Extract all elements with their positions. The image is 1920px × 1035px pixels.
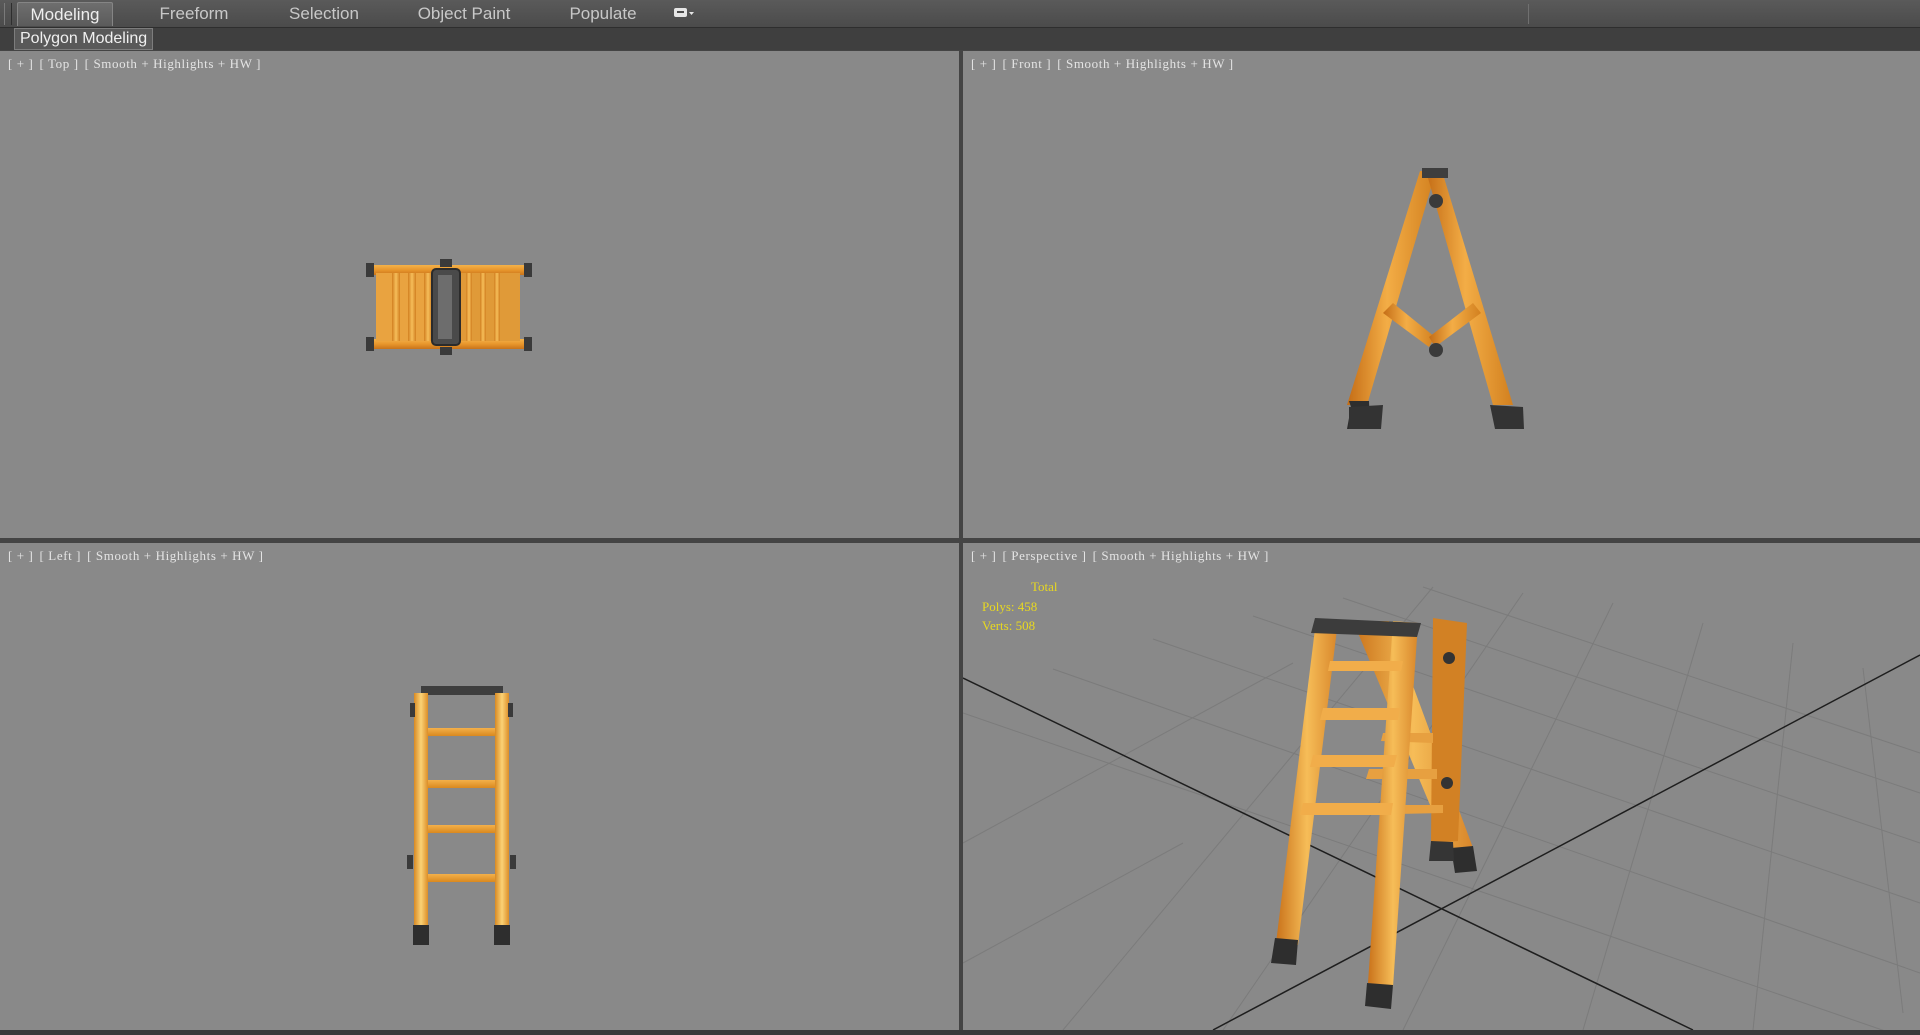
stats-total-label: Total	[1031, 579, 1058, 594]
viewport-perspective-plus-menu[interactable]: [ + ]	[971, 548, 997, 563]
ribbon-tab-bar: Modeling Freeform Selection Object Paint…	[0, 0, 1920, 28]
tab-freeform[interactable]: Freeform	[148, 2, 240, 25]
ladder-front-view	[1347, 168, 1524, 429]
stats-verts: Verts: 508	[982, 618, 1036, 633]
ribbon-panel-row: Polygon Modeling	[0, 28, 1920, 50]
polygon-modeling-panel-button[interactable]: Polygon Modeling	[14, 28, 154, 50]
perspective-scene	[963, 586, 1920, 1030]
tab-selection[interactable]: Selection	[276, 2, 372, 25]
stats-polys: Polys: 458	[982, 599, 1038, 614]
tab-object-paint[interactable]: Object Paint	[412, 2, 516, 25]
viewport-perspective[interactable]: [ + ] [ Perspective ] [ Smooth + Highlight…	[963, 543, 1920, 1030]
ladder-top-view	[366, 259, 532, 355]
viewport-left[interactable]: [ + ][ Left ][ Smooth + Highlights + HW …	[0, 543, 959, 1030]
viewport-perspective-shading-menu[interactable]: [ Smooth + Highlights + HW ]	[1093, 548, 1269, 563]
viewport-perspective-label: [ + ] [ Perspective ] [ Smooth + Highlight…	[971, 548, 1275, 564]
ladder-left-view	[407, 686, 516, 945]
viewport-front[interactable]: [ + ][ Front ][ Smooth + Highlights + HW…	[963, 51, 1920, 538]
viewport-perspective-view-menu[interactable]: [ Perspective ]	[1003, 548, 1087, 563]
viewport-top[interactable]: [ + ][ Top ][ Smooth + Highlights + HW ]	[0, 51, 959, 538]
tab-populate[interactable]: Populate	[556, 2, 650, 25]
tab-modeling[interactable]: Modeling	[17, 2, 113, 26]
viewport-bottom-border	[0, 1030, 1920, 1035]
ladder-perspective-model	[1271, 618, 1477, 1009]
ribbon-options-dropdown-icon[interactable]	[674, 7, 694, 20]
ribbon-divider	[1528, 4, 1529, 24]
ribbon-grip-handle[interactable]	[4, 3, 12, 25]
